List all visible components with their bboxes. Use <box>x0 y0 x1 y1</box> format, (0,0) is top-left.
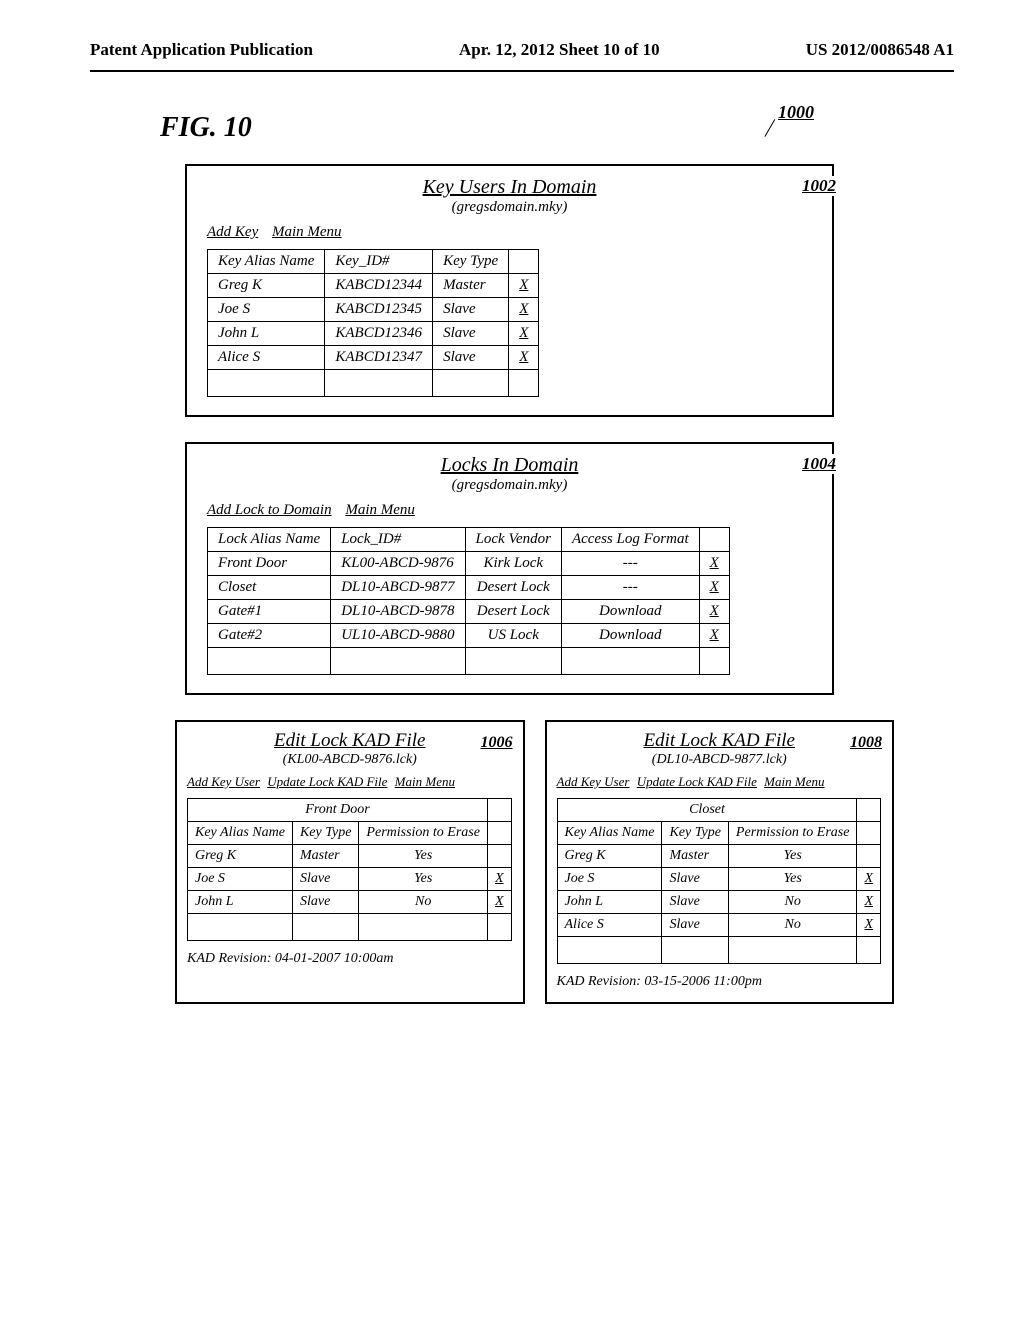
col-key-type: Key Type <box>433 250 509 274</box>
locks-menu: Add Lock to Domain Main Menu <box>207 502 817 519</box>
panel-kad-closet: 1008 Edit Lock KAD File (DL10-ABCD-9877.… <box>545 720 895 1004</box>
table-row: Greg KMasterYes <box>188 845 512 868</box>
table-row <box>208 648 730 675</box>
table-row <box>208 370 539 397</box>
header-center: Apr. 12, 2012 Sheet 10 of 10 <box>459 40 660 60</box>
panel-key-users: 1002 Key Users In Domain (gregsdomain.mk… <box>185 164 834 417</box>
kad-left-table: Front Door Key Alias Name Key Type Permi… <box>187 798 512 941</box>
col-key-id: Key_ID# <box>325 250 433 274</box>
delete-icon[interactable]: X <box>509 274 539 298</box>
ref-1000: 1000 <box>778 102 814 123</box>
table-row <box>188 914 512 941</box>
table-row: ClosetDL10-ABCD-9877Desert Lock---X <box>208 576 730 600</box>
delete-icon[interactable]: X <box>857 891 881 914</box>
delete-icon[interactable]: X <box>487 868 511 891</box>
col-perm: Permission to Erase <box>359 822 488 845</box>
panel-locks-subtitle: (gregsdomain.mky) <box>202 477 817 494</box>
kad-left-title: Edit Lock KAD File <box>187 730 513 752</box>
col-lock-id: Lock_ID# <box>331 528 465 552</box>
table-row: Gate#2UL10-ABCD-9880US LockDownloadX <box>208 624 730 648</box>
kad-left-revision: KAD Revision: 04-01-2007 10:00am <box>187 951 513 967</box>
main-menu-link[interactable]: Main Menu <box>345 502 415 518</box>
add-key-user-link[interactable]: Add Key User <box>557 774 630 789</box>
col-lock-delete <box>699 528 729 552</box>
main-menu-link[interactable]: Main Menu <box>395 774 455 789</box>
table-row: Alice SSlaveNoX <box>557 914 881 937</box>
table-row: John LSlaveNoX <box>557 891 881 914</box>
delete-icon[interactable]: X <box>699 552 729 576</box>
add-key-link[interactable]: Add Key <box>207 224 258 240</box>
add-key-user-link[interactable]: Add Key User <box>187 774 260 789</box>
panel-keys-title: Key Users In Domain <box>202 176 817 199</box>
keys-menu: Add Key Main Menu <box>207 224 817 241</box>
header-left: Patent Application Publication <box>90 40 313 60</box>
add-lock-link[interactable]: Add Lock to Domain <box>207 502 332 518</box>
kad-right-title: Edit Lock KAD File <box>557 730 883 752</box>
table-row: Gate#1DL10-ABCD-9878Desert LockDownloadX <box>208 600 730 624</box>
ref-1002: 1002 <box>798 176 840 196</box>
update-kad-link[interactable]: Update Lock KAD File <box>267 774 387 789</box>
col-lock-alias: Lock Alias Name <box>208 528 331 552</box>
delete-icon[interactable]: X <box>509 346 539 370</box>
table-row: Alice SKABCD12347SlaveX <box>208 346 539 370</box>
page-header: Patent Application Publication Apr. 12, … <box>90 40 954 60</box>
main-menu-link[interactable]: Main Menu <box>272 224 342 240</box>
ref-1008: 1008 <box>850 734 882 752</box>
kad-left-menu: Add Key User Update Lock KAD File Main M… <box>187 774 513 790</box>
header-rule <box>90 70 954 72</box>
ref-1006: 1006 <box>481 734 513 752</box>
kad-right-revision: KAD Revision: 03-15-2006 11:00pm <box>557 974 883 990</box>
figure-label: FIG. 10 <box>160 112 252 144</box>
kad-right-lockname: Closet <box>557 799 857 822</box>
delete-icon[interactable] <box>857 845 881 868</box>
kad-right-subtitle: (DL10-ABCD-9877.lck) <box>557 752 883 768</box>
main-menu-link[interactable]: Main Menu <box>764 774 824 789</box>
table-row: John LKABCD12346SlaveX <box>208 322 539 346</box>
col-alias: Key Alias Name <box>188 822 293 845</box>
delete-icon[interactable]: X <box>487 891 511 914</box>
table-row: John LSlaveNoX <box>188 891 512 914</box>
table-row: Greg KKABCD12344MasterX <box>208 274 539 298</box>
col-lock-log: Access Log Format <box>561 528 699 552</box>
kad-left-lockname: Front Door <box>188 799 488 822</box>
locks-table: Lock Alias Name Lock_ID# Lock Vendor Acc… <box>207 527 730 675</box>
update-kad-link[interactable]: Update Lock KAD File <box>637 774 757 789</box>
delete-icon[interactable]: X <box>699 600 729 624</box>
delete-icon[interactable]: X <box>699 624 729 648</box>
col-lock-vendor: Lock Vendor <box>465 528 561 552</box>
col-alias: Key Alias Name <box>557 822 662 845</box>
panel-locks: 1004 Locks In Domain (gregsdomain.mky) A… <box>185 442 834 695</box>
key-users-table: Key Alias Name Key_ID# Key Type Greg KKA… <box>207 249 539 397</box>
delete-icon[interactable]: X <box>699 576 729 600</box>
table-row <box>557 937 881 964</box>
col-perm: Permission to Erase <box>728 822 857 845</box>
kad-right-menu: Add Key User Update Lock KAD File Main M… <box>557 774 883 790</box>
kad-right-table: Closet Key Alias Name Key Type Permissio… <box>557 798 882 964</box>
delete-icon[interactable]: X <box>509 298 539 322</box>
table-row: Joe SKABCD12345SlaveX <box>208 298 539 322</box>
delete-icon[interactable]: X <box>857 868 881 891</box>
col-type: Key Type <box>292 822 358 845</box>
table-row: Joe SSlaveYesX <box>188 868 512 891</box>
col-type: Key Type <box>662 822 728 845</box>
header-right: US 2012/0086548 A1 <box>806 40 954 60</box>
delete-icon[interactable]: X <box>509 322 539 346</box>
kad-left-subtitle: (KL00-ABCD-9876.lck) <box>187 752 513 768</box>
delete-icon[interactable]: X <box>857 914 881 937</box>
panel-keys-subtitle: (gregsdomain.mky) <box>202 199 817 216</box>
panel-kad-front-door: 1006 Edit Lock KAD File (KL00-ABCD-9876.… <box>175 720 525 1004</box>
table-row: Greg KMasterYes <box>557 845 881 868</box>
table-row: Joe SSlaveYesX <box>557 868 881 891</box>
col-key-delete <box>509 250 539 274</box>
ref-1004: 1004 <box>798 454 840 474</box>
col-key-alias: Key Alias Name <box>208 250 325 274</box>
panel-locks-title: Locks In Domain <box>202 454 817 477</box>
delete-icon[interactable] <box>487 845 511 868</box>
table-row: Front DoorKL00-ABCD-9876Kirk Lock---X <box>208 552 730 576</box>
